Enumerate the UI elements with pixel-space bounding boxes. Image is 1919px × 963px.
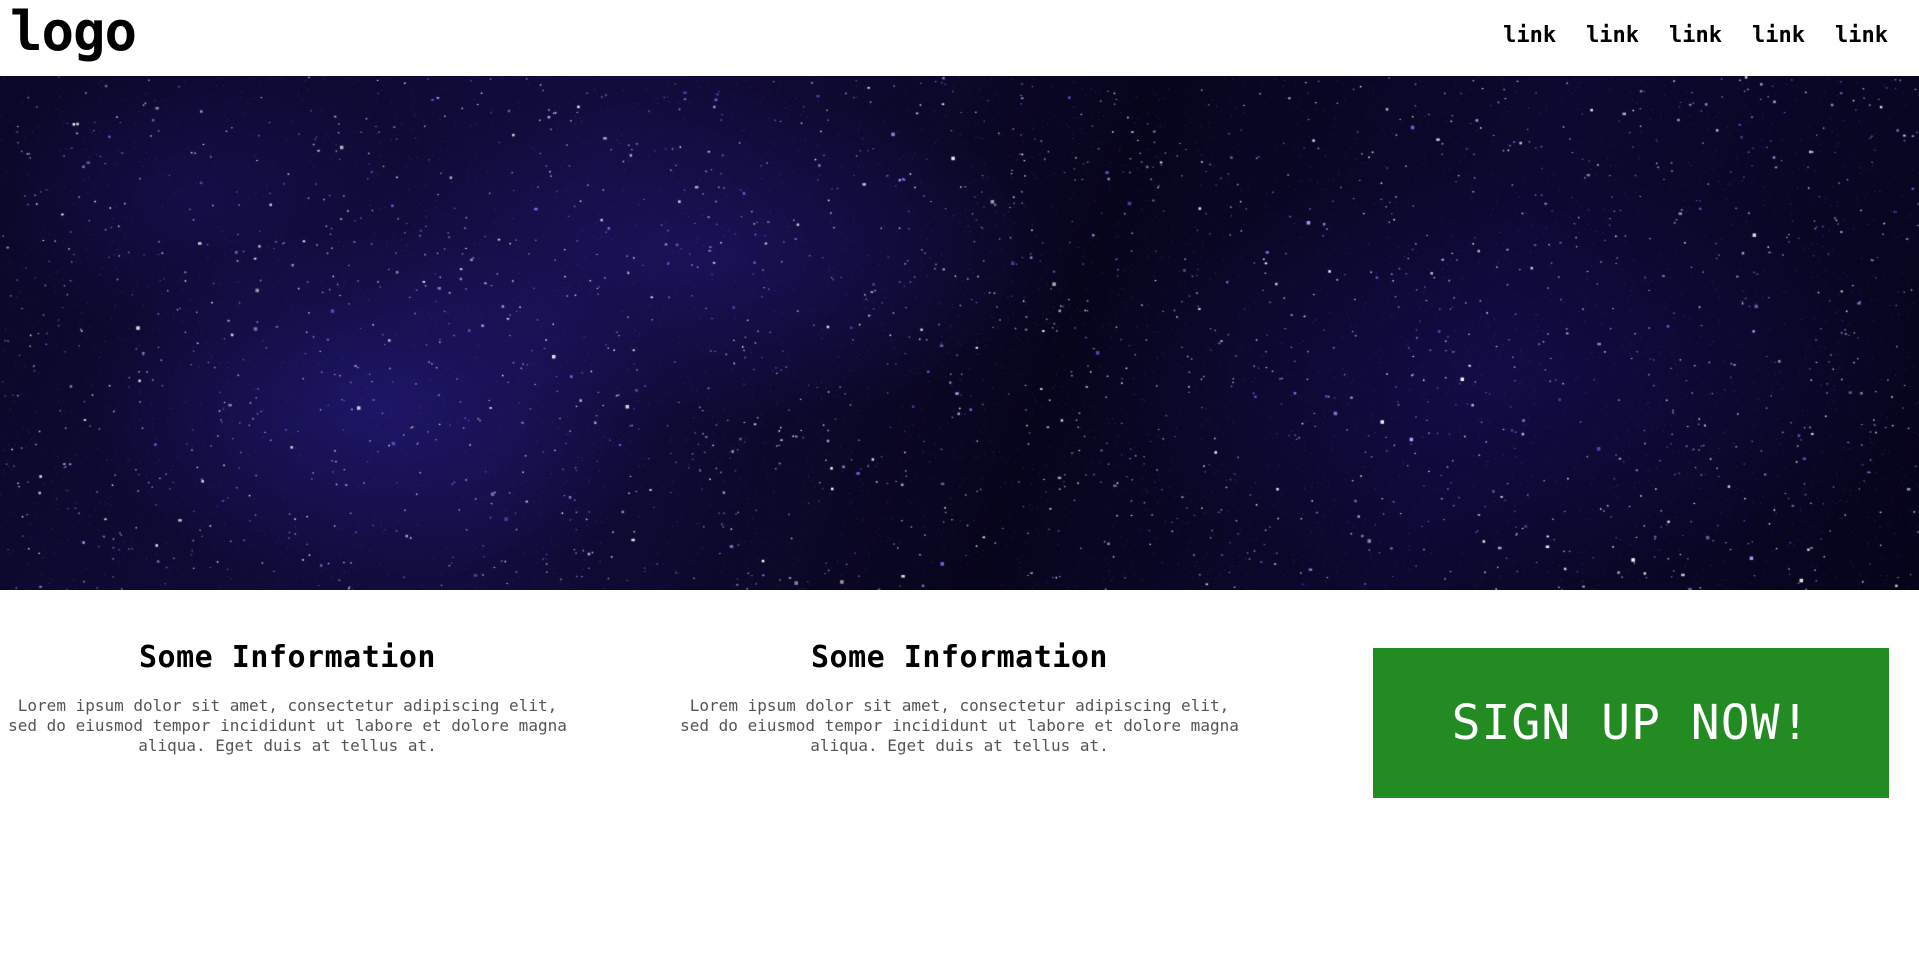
info-block-2: Some Information Lorem ipsum dolor sit a… (672, 638, 1247, 756)
nav-link-2[interactable]: link (1586, 22, 1639, 50)
sign-up-button[interactable]: SIGN UP NOW! (1373, 648, 1889, 798)
info-title: Some Information (139, 640, 436, 675)
site-header: logo link link link link link (0, 0, 1919, 76)
starfield-canvas (0, 76, 1919, 590)
info-text: Lorem ipsum dolor sit amet, consectetur … (8, 696, 567, 755)
logo[interactable]: logo (10, 0, 137, 64)
nav-link-3[interactable]: link (1669, 22, 1722, 50)
info-title: Some Information (811, 640, 1108, 675)
main-nav: link link link link link (1503, 22, 1888, 50)
info-text: Lorem ipsum dolor sit amet, consectetur … (680, 696, 1239, 755)
nav-link-5[interactable]: link (1835, 22, 1888, 50)
nav-link-4[interactable]: link (1752, 22, 1805, 50)
hero-starfield-image (0, 76, 1919, 590)
info-block-1: Some Information Lorem ipsum dolor sit a… (0, 638, 575, 756)
nav-link-1[interactable]: link (1503, 22, 1556, 50)
